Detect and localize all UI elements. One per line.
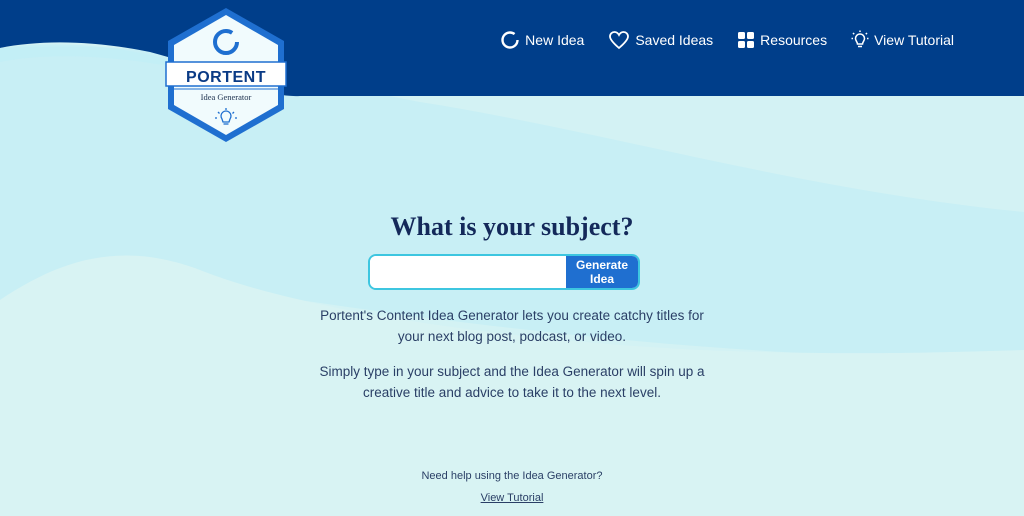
grid-icon bbox=[738, 32, 755, 48]
logo-brand-name: PORTENT bbox=[186, 69, 266, 86]
nav-resources-label: Resources bbox=[760, 32, 828, 48]
nav-saved-ideas[interactable]: Saved Ideas bbox=[608, 30, 713, 50]
nav-view-tutorial-label: View Tutorial bbox=[874, 32, 954, 48]
lightbulb-icon bbox=[851, 30, 869, 48]
subject-input[interactable] bbox=[370, 256, 566, 288]
help-text: Need help using the Idea Generator? bbox=[421, 470, 603, 482]
refresh-circle-icon bbox=[501, 31, 519, 49]
description-instructions: Simply type in your subject and the Idea… bbox=[319, 364, 705, 400]
top-nav: New Idea Saved Ideas Resources View Tuto… bbox=[500, 30, 954, 50]
heart-icon bbox=[609, 31, 630, 50]
description-intro: Portent's Content Idea Generator lets yo… bbox=[320, 308, 704, 344]
view-tutorial-link[interactable]: View Tutorial bbox=[312, 492, 712, 504]
generate-idea-button[interactable]: Generate Idea bbox=[566, 256, 638, 288]
nav-new-idea[interactable]: New Idea bbox=[500, 30, 584, 50]
subject-form: Generate Idea bbox=[368, 254, 640, 290]
nav-saved-ideas-label: Saved Ideas bbox=[635, 32, 714, 48]
portent-logo[interactable]: PORTENT Idea Generator bbox=[164, 6, 288, 144]
nav-resources[interactable]: Resources bbox=[737, 31, 827, 49]
page-headline: What is your subject? bbox=[390, 212, 634, 241]
nav-view-tutorial[interactable]: View Tutorial bbox=[851, 30, 954, 50]
nav-new-idea-label: New Idea bbox=[525, 32, 585, 48]
logo-tagline: Idea Generator bbox=[200, 92, 252, 102]
